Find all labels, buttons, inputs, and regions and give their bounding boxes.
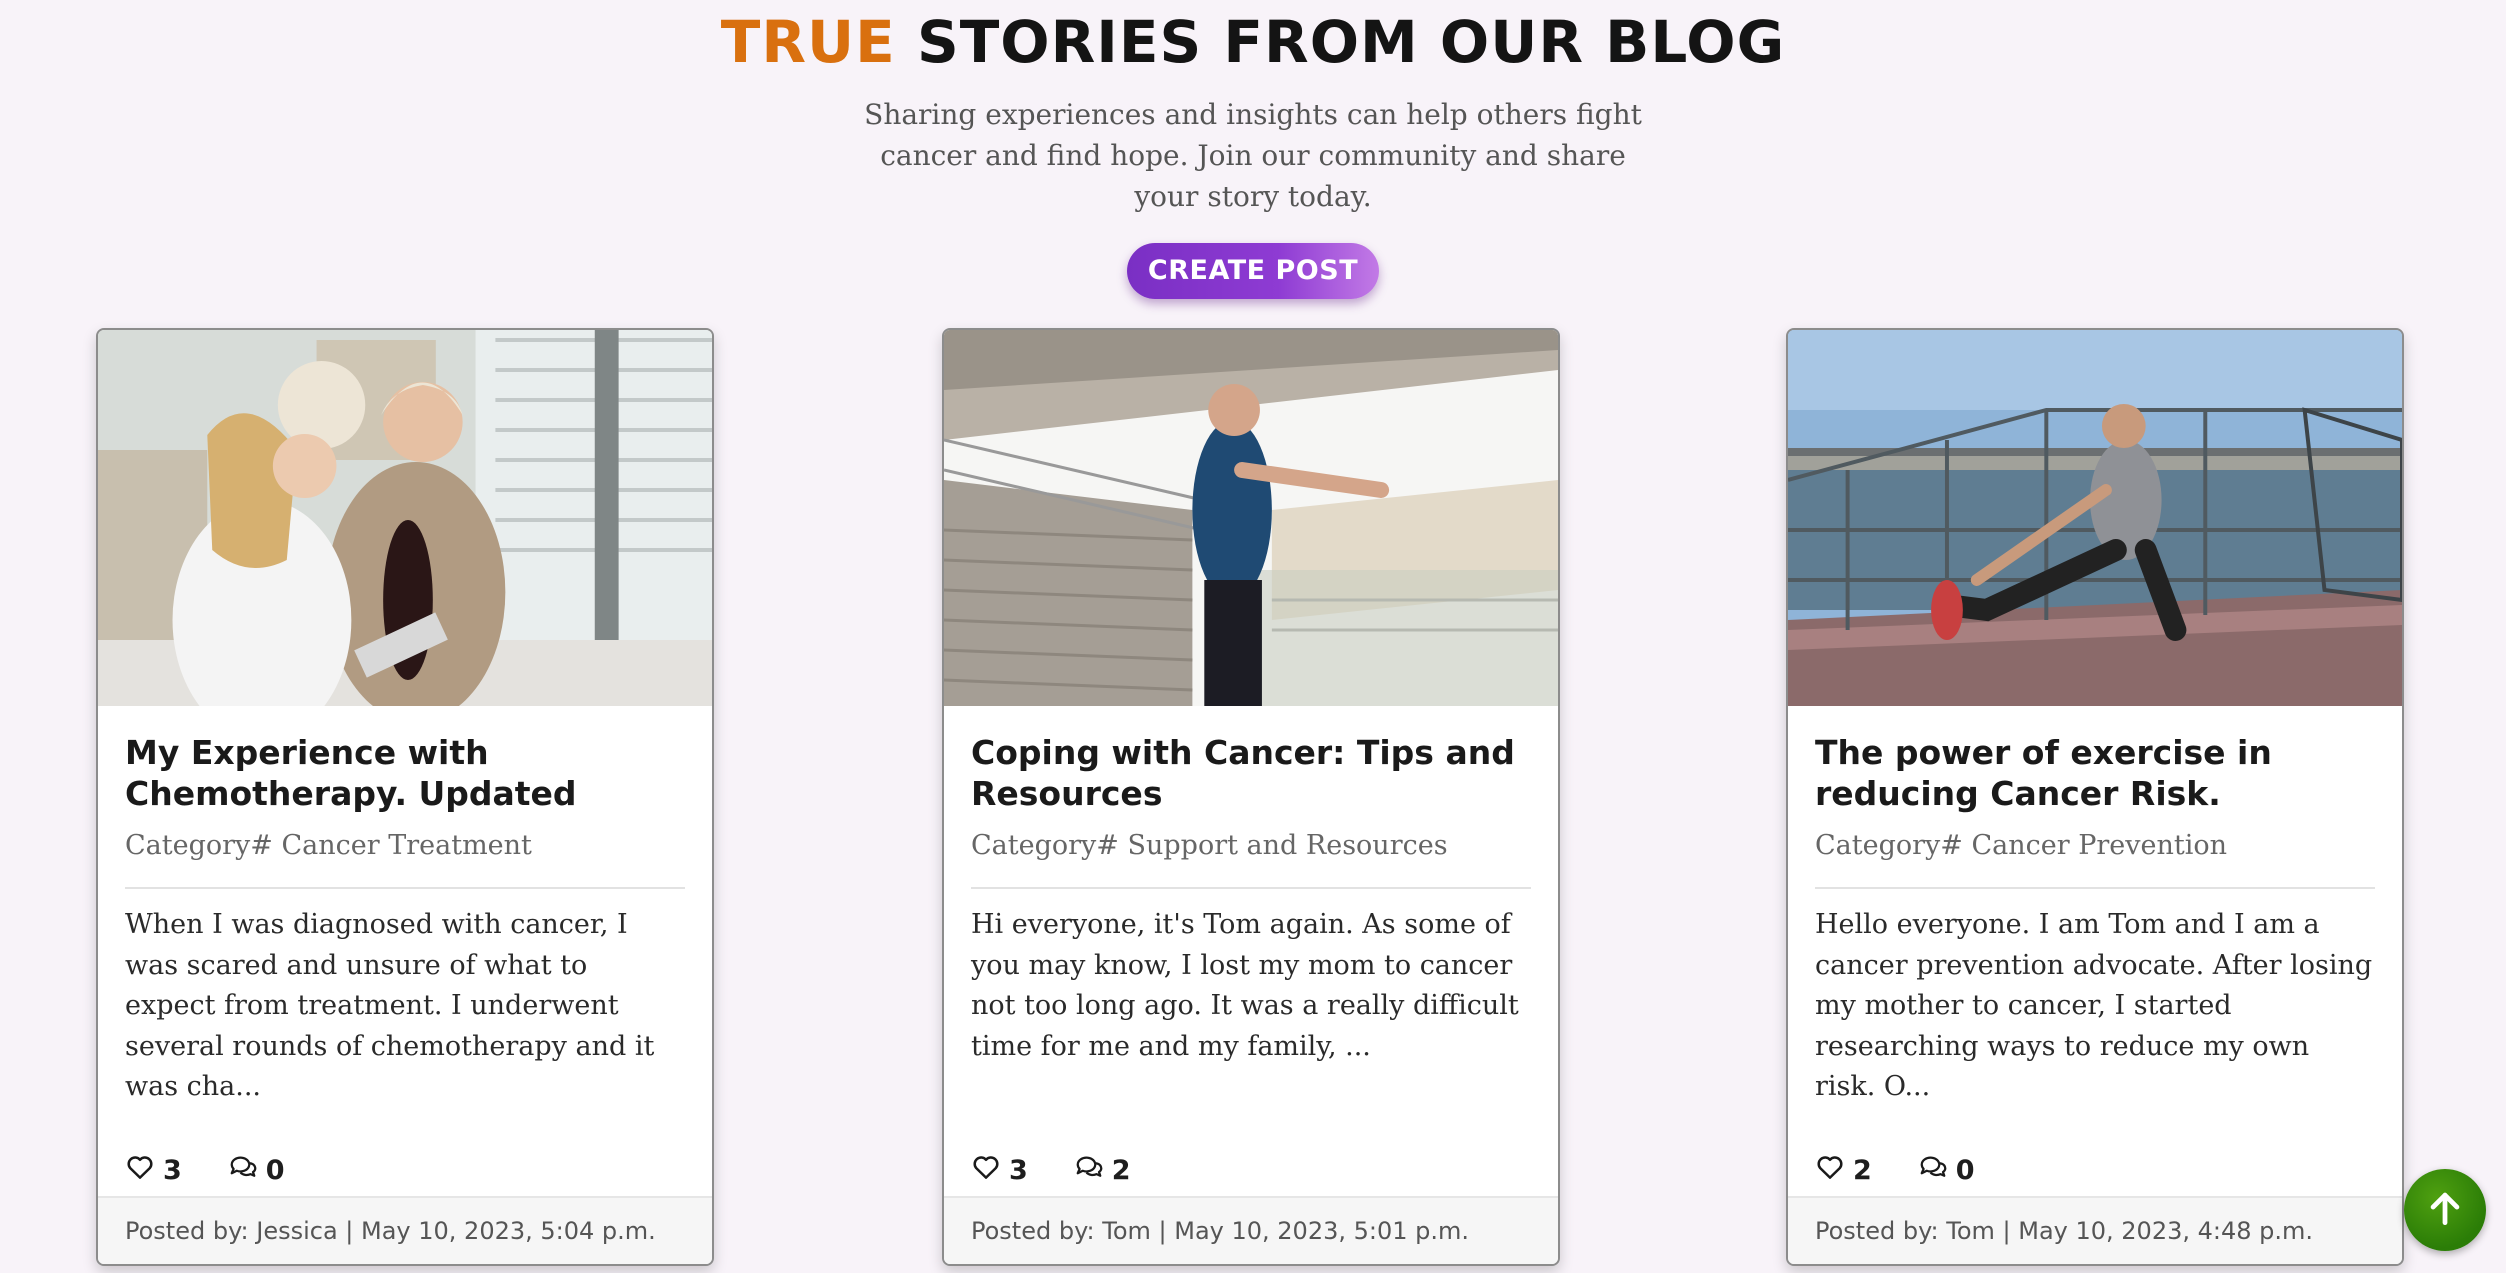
post-excerpt: When I was diagnosed with cancer, I was … (125, 909, 655, 1102)
post-category: Category# Cancer Treatment (125, 830, 685, 889)
post-list: My Experience with Chemotherapy. Updated… (96, 328, 2406, 1268)
post-image[interactable] (98, 330, 712, 706)
post-category: Category# Support and Resources (971, 830, 1531, 889)
comments-icon[interactable] (1074, 1152, 1104, 1189)
title-rest: STORIES FROM OUR BLOG (916, 8, 1786, 76)
post-card[interactable]: The power of exercise in reducing Cancer… (1786, 328, 2404, 1266)
like-stat[interactable]: 3 (125, 1152, 182, 1189)
post-footer: Posted by: Tom | May 10, 2023, 5:01 p.m. (944, 1196, 1558, 1264)
heart-icon[interactable] (971, 1152, 1001, 1189)
like-stat[interactable]: 2 (1815, 1152, 1872, 1189)
comment-stat[interactable]: 2 (1074, 1152, 1131, 1189)
comments-icon[interactable] (1918, 1152, 1948, 1189)
comment-count: 0 (1955, 1155, 1975, 1186)
page-subtitle: Sharing experiences and insights can hel… (864, 98, 1642, 213)
post-card[interactable]: My Experience with Chemotherapy. Updated… (96, 328, 714, 1266)
comments-icon[interactable] (228, 1152, 258, 1189)
blog-header: TRUE STORIES FROM OUR BLOG Sharing exper… (0, 0, 2506, 299)
title-accent: TRUE (720, 8, 896, 76)
create-post-button[interactable]: CREATE POST (1127, 243, 1379, 299)
post-card[interactable]: Coping with Cancer: Tips and Resources C… (942, 328, 1560, 1266)
post-category: Category# Cancer Prevention (1815, 830, 2375, 889)
like-stat[interactable]: 3 (971, 1152, 1028, 1189)
scroll-top-button[interactable] (2404, 1169, 2486, 1251)
post-image[interactable] (1788, 330, 2402, 706)
post-excerpt: Hi everyone, it's Tom again. As some of … (971, 909, 1519, 1062)
arrow-up-icon (2423, 1186, 2467, 1234)
like-count: 2 (1853, 1155, 1872, 1186)
like-count: 3 (1009, 1155, 1028, 1186)
post-title[interactable]: My Experience with Chemotherapy. Updated (125, 732, 685, 816)
comment-count: 0 (265, 1155, 285, 1186)
heart-icon[interactable] (125, 1152, 155, 1189)
page-title: TRUE STORIES FROM OUR BLOG (0, 8, 2506, 76)
post-excerpt: Hello everyone. I am Tom and I am a canc… (1815, 909, 2373, 1102)
comment-stat[interactable]: 0 (228, 1152, 285, 1189)
post-title[interactable]: Coping with Cancer: Tips and Resources (971, 732, 1531, 816)
post-footer: Posted by: Jessica | May 10, 2023, 5:04 … (98, 1196, 712, 1264)
like-count: 3 (163, 1155, 182, 1186)
comment-count: 2 (1111, 1155, 1131, 1186)
comment-stat[interactable]: 0 (1918, 1152, 1975, 1189)
post-image[interactable] (944, 330, 1558, 706)
heart-icon[interactable] (1815, 1152, 1845, 1189)
post-stats: 2 0 (1815, 1152, 1975, 1189)
post-stats: 3 2 (971, 1152, 1131, 1189)
post-footer: Posted by: Tom | May 10, 2023, 4:48 p.m. (1788, 1196, 2402, 1264)
post-stats: 3 0 (125, 1152, 285, 1189)
post-title[interactable]: The power of exercise in reducing Cancer… (1815, 732, 2375, 816)
